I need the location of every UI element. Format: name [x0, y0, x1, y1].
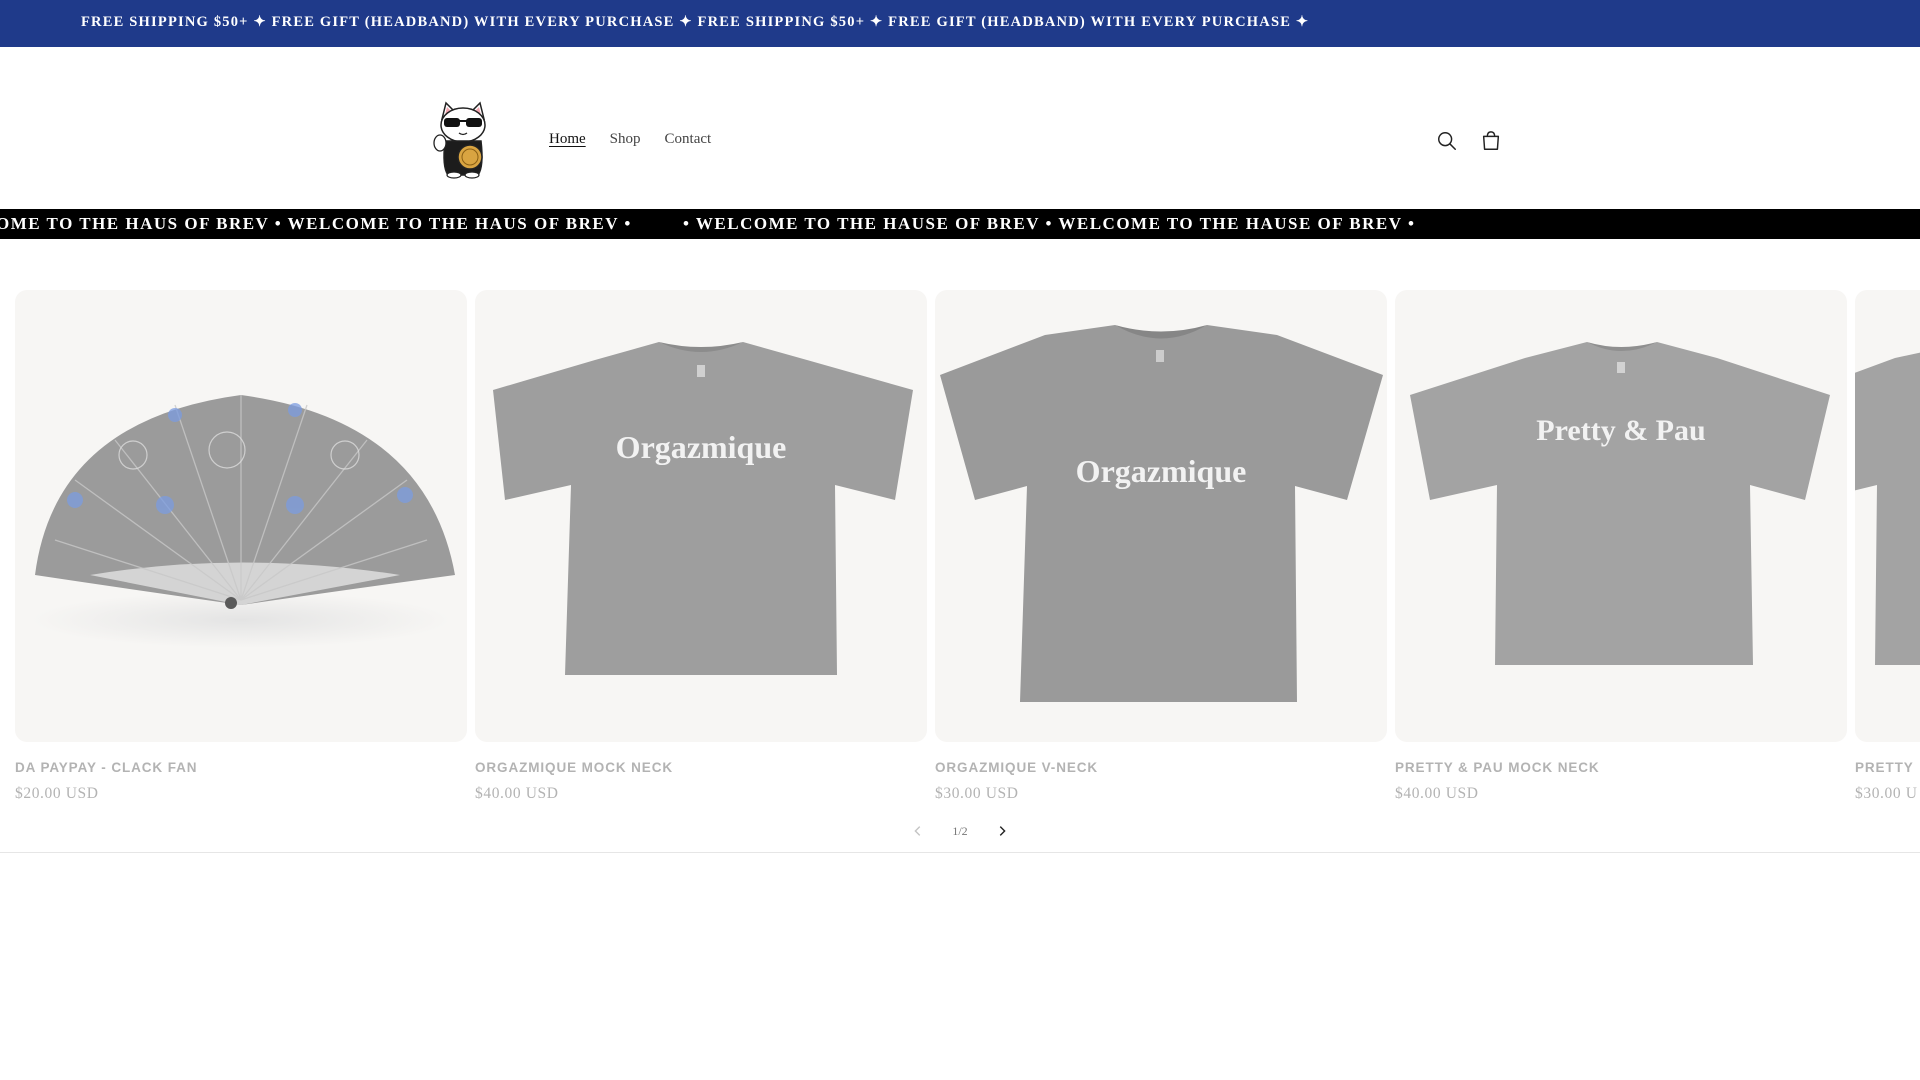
product-title[interactable]: PRETTY [1855, 760, 1920, 775]
lucky-cat-logo[interactable] [428, 97, 498, 179]
product-card[interactable]: Pretty & Pau PRETTY & PAU MOCK NECK $40.… [1395, 290, 1847, 803]
product-price: $40.00 USD [475, 785, 559, 802]
product-image-tshirt[interactable]: Pretty & Pau [1395, 290, 1847, 742]
marquee-text: • WELCOME TO THE HAUSE OF BREV • WELCOME… [683, 214, 1416, 233]
nav-shop[interactable]: Shop [610, 131, 641, 148]
product-image-fan[interactable] [15, 290, 467, 742]
cart-icon[interactable] [1479, 129, 1503, 153]
product-price: $30.00 USD [935, 785, 1019, 802]
slider-controls: 1/2 [900, 820, 1020, 842]
section-divider [0, 852, 1920, 853]
product-image-tshirt[interactable]: Orgazmique [935, 290, 1387, 742]
product-price: $30.00 U [1855, 785, 1918, 802]
chevron-right-icon[interactable] [994, 823, 1010, 839]
product-card[interactable]: Orgazmique ORGAZMIQUE MOCK NECK $40.00 U… [475, 290, 927, 803]
product-title[interactable]: DA PAYPAY - CLACK FAN [15, 760, 467, 775]
shirt-print-text: Orgazmique [1076, 453, 1247, 489]
site-header: Home Shop Contact [0, 47, 1920, 209]
search-icon[interactable] [1435, 129, 1459, 153]
nav-contact[interactable]: Contact [665, 131, 712, 148]
product-price: $20.00 USD [15, 785, 99, 802]
announcement-text: FREE SHIPPING $50+ ✦ FREE GIFT (HEADBAND… [81, 14, 1310, 30]
shirt-print-text: Pretty & Pau [1536, 414, 1705, 447]
product-price: $40.00 USD [1395, 785, 1479, 802]
nav-home[interactable]: Home [549, 131, 586, 148]
shirt-print-text: Orgazmique [616, 429, 787, 465]
chevron-left-icon[interactable] [910, 823, 926, 839]
product-image-tshirt[interactable]: Orgazmique [475, 290, 927, 742]
product-card[interactable]: PRETTY $30.00 U [1855, 290, 1920, 803]
product-card[interactable]: DA PAYPAY - CLACK FAN $20.00 USD [15, 290, 467, 803]
product-title[interactable]: ORGAZMIQUE V-NECK [935, 760, 1387, 775]
announcement-bar: FREE SHIPPING $50+ ✦ FREE GIFT (HEADBAND… [0, 0, 1920, 47]
slide-counter: 1/2 [952, 823, 968, 838]
product-title[interactable]: PRETTY & PAU MOCK NECK [1395, 760, 1847, 775]
marquee-text: OME TO THE HAUS OF BREV • WELCOME TO THE… [0, 214, 632, 233]
product-title[interactable]: ORGAZMIQUE MOCK NECK [475, 760, 927, 775]
product-carousel: DA PAYPAY - CLACK FAN $20.00 USD Orgazmi… [0, 290, 1920, 810]
main-nav: Home Shop Contact [549, 131, 735, 148]
welcome-marquee: OME TO THE HAUS OF BREV • WELCOME TO THE… [0, 209, 1920, 239]
product-image-tshirt[interactable] [1855, 290, 1920, 742]
product-card[interactable]: Orgazmique ORGAZMIQUE V-NECK $30.00 USD [935, 290, 1387, 803]
